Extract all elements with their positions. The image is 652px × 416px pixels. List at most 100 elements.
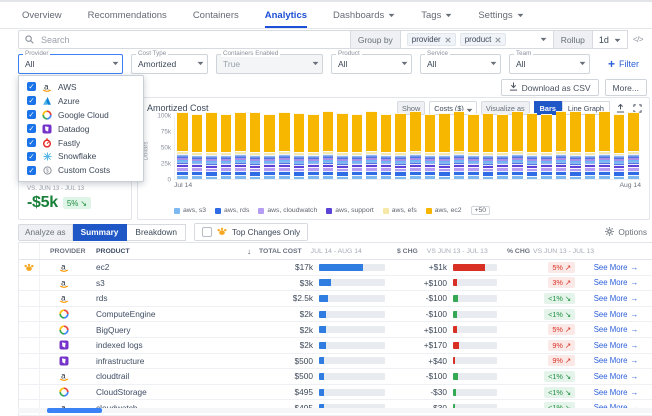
- filter-select-team[interactable]: TeamAll: [509, 54, 590, 74]
- stacked-bar[interactable]: [221, 114, 232, 179]
- stacked-bar[interactable]: [250, 112, 261, 179]
- filter-select-provider[interactable]: ProviderAll: [18, 54, 123, 74]
- tab-summary[interactable]: Summary: [73, 224, 128, 241]
- stacked-bar[interactable]: [410, 111, 421, 179]
- see-more-link[interactable]: See More →: [594, 310, 639, 319]
- provider-option-datadog[interactable]: ✓Datadog: [19, 122, 143, 136]
- group-by-pill-product[interactable]: product: [460, 33, 507, 46]
- provider-column-header[interactable]: PROVIDER: [40, 248, 88, 255]
- top-changes-only-toggle[interactable]: Top Changes Only: [194, 223, 308, 241]
- legend-item[interactable]: aws, s3: [174, 207, 206, 214]
- nav-item-dashboards[interactable]: Dashboards: [333, 2, 395, 28]
- product-cell[interactable]: indexed logs: [88, 340, 247, 350]
- product-cell[interactable]: ec2: [88, 262, 247, 272]
- product-cell[interactable]: rds: [88, 293, 247, 303]
- export-icon[interactable]: [614, 104, 627, 113]
- stacked-bar[interactable]: [294, 113, 305, 179]
- stacked-bar[interactable]: [599, 111, 610, 179]
- nav-item-containers[interactable]: Containers: [193, 2, 239, 28]
- stacked-bar[interactable]: [366, 111, 377, 179]
- table-row[interactable]: CloudStorage$495-$30<1%↘See More →: [19, 385, 652, 401]
- add-filter-button[interactable]: +Filter: [608, 59, 639, 69]
- stacked-bar[interactable]: [323, 111, 334, 179]
- provider-option-custom-costs[interactable]: ✓$Custom Costs: [19, 163, 143, 177]
- legend-item[interactable]: aws, cloudwatch: [258, 207, 317, 214]
- stacked-bar[interactable]: [570, 111, 581, 179]
- see-more-link[interactable]: See More →: [594, 263, 639, 272]
- table-row[interactable]: ards$2.5k-$100<1%↘See More →: [19, 291, 652, 307]
- group-by-combobox[interactable]: provider product: [401, 30, 554, 49]
- stacked-bar[interactable]: [381, 114, 392, 179]
- table-row[interactable]: ComputeEngine$2k-$100<1%↘See More →: [19, 307, 652, 323]
- horizontal-scrollbar-track[interactable]: [18, 408, 652, 413]
- checkbox-checked[interactable]: ✓: [27, 166, 36, 175]
- see-more-link[interactable]: See More →: [594, 341, 639, 350]
- see-more-link[interactable]: See More →: [594, 356, 639, 365]
- table-row[interactable]: as3$3k+$1003%↗See More →: [19, 276, 652, 292]
- stacked-bar[interactable]: [279, 112, 290, 179]
- see-more-link[interactable]: See More →: [594, 388, 639, 397]
- legend-item[interactable]: aws, ec2: [426, 207, 462, 214]
- nav-item-analytics[interactable]: Analytics: [265, 2, 307, 28]
- stacked-bar[interactable]: [556, 111, 567, 179]
- nav-item-settings[interactable]: Settings: [478, 2, 523, 28]
- provider-option-google-cloud[interactable]: ✓Google Cloud: [19, 108, 143, 122]
- stacked-bar[interactable]: [454, 111, 465, 179]
- more-button[interactable]: More...: [605, 79, 647, 96]
- percent-change-column-header[interactable]: % CHG VS JUN 13 - JUL 13: [507, 248, 579, 255]
- nav-item-recommendations[interactable]: Recommendations: [88, 2, 167, 28]
- see-more-link[interactable]: See More →: [594, 372, 639, 381]
- dollar-change-column-header[interactable]: $ CHG VS JUN 13 - JUL 13: [397, 248, 507, 255]
- table-row[interactable]: aec2$17k+$1k5%↗See More →: [19, 260, 652, 276]
- table-row[interactable]: infrastructure$500+$409%↗See More →: [19, 354, 652, 370]
- stacked-bar[interactable]: [235, 112, 246, 179]
- stacked-bar[interactable]: [541, 114, 552, 179]
- code-view-toggle[interactable]: </>: [628, 30, 648, 49]
- see-more-link[interactable]: See More →: [594, 294, 639, 303]
- provider-option-snowflake[interactable]: ✓Snowflake: [19, 149, 143, 163]
- legend-item[interactable]: aws, support: [326, 207, 374, 214]
- product-column-header[interactable]: PRODUCT: [88, 248, 247, 255]
- provider-option-azure[interactable]: ✓Azure: [19, 94, 143, 108]
- filter-select-service[interactable]: ServiceAll: [420, 54, 501, 74]
- filter-select-containers-enabled[interactable]: Containers EnabledTrue: [216, 54, 323, 74]
- stacked-bar[interactable]: [308, 114, 319, 179]
- stacked-bar[interactable]: [468, 114, 479, 179]
- options-button[interactable]: Options: [605, 227, 647, 238]
- provider-option-aws[interactable]: ✓aAWS: [19, 80, 143, 94]
- product-cell[interactable]: BigQuery: [88, 325, 247, 335]
- checkbox-checked[interactable]: ✓: [27, 96, 36, 105]
- search-input[interactable]: [39, 34, 344, 46]
- checkbox-checked[interactable]: ✓: [27, 152, 36, 161]
- stacked-bar[interactable]: [497, 114, 508, 179]
- filter-select-cost-type[interactable]: Cost TypeAmortized: [131, 54, 208, 74]
- filter-select-product[interactable]: ProductAll: [331, 54, 412, 74]
- checkbox-checked[interactable]: ✓: [27, 138, 36, 147]
- checkbox-checked[interactable]: ✓: [27, 110, 36, 119]
- stacked-bar[interactable]: [527, 113, 538, 179]
- product-cell[interactable]: cloudtrail: [88, 371, 247, 381]
- table-row[interactable]: indexed logs$2k+$1709%↗See More →: [19, 338, 652, 354]
- checkbox-checked[interactable]: ✓: [27, 82, 36, 91]
- horizontal-scrollbar-thumb[interactable]: [47, 408, 102, 413]
- tab-breakdown[interactable]: Breakdown: [127, 224, 186, 241]
- stacked-bar[interactable]: [585, 113, 596, 179]
- product-cell[interactable]: CloudStorage: [88, 387, 247, 397]
- legend-item[interactable]: aws, efs: [383, 207, 417, 214]
- group-by-pill-provider[interactable]: provider: [407, 33, 456, 46]
- product-cell[interactable]: s3: [88, 278, 247, 288]
- stacked-bar[interactable]: [337, 113, 348, 179]
- stacked-bar[interactable]: [192, 114, 203, 179]
- table-row[interactable]: acloudtrail$500-$100<1%↘See More →: [19, 369, 652, 385]
- see-more-link[interactable]: See More →: [594, 325, 639, 334]
- stacked-bar[interactable]: [628, 112, 639, 179]
- nav-item-tags[interactable]: Tags: [421, 2, 452, 28]
- search-field[interactable]: [18, 30, 351, 49]
- top-changes-checkbox[interactable]: [202, 227, 212, 237]
- see-more-link[interactable]: See More →: [594, 278, 639, 287]
- table-row[interactable]: BigQuery$2k+$1005%↗See More →: [19, 322, 652, 338]
- stacked-bar[interactable]: [177, 112, 188, 179]
- checkbox-checked[interactable]: ✓: [27, 124, 36, 133]
- stacked-bar[interactable]: [614, 114, 625, 179]
- stacked-bar[interactable]: [439, 113, 450, 179]
